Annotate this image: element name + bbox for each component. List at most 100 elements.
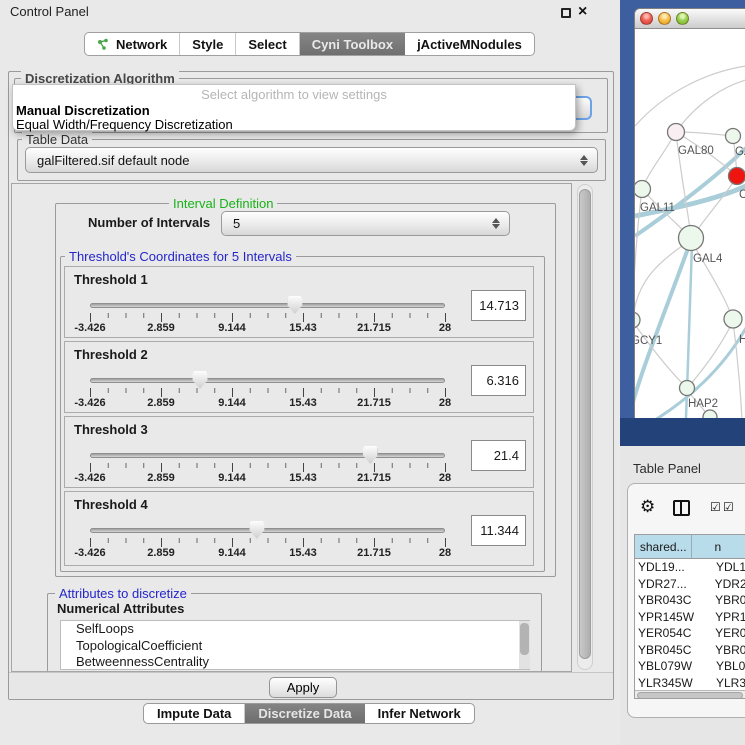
tick-label: 28 (439, 547, 451, 559)
scrollbar-thumb[interactable] (579, 189, 591, 659)
network-canvas[interactable]: GAL80 GA C GAL11 GAL4 GCY1 H HAP2 (635, 30, 745, 418)
tab-discretize-data[interactable]: Discretize Data (245, 704, 364, 723)
edge (635, 66, 745, 126)
minimize-traffic-light-icon[interactable] (658, 12, 671, 25)
threshold-4-slider[interactable]: -3.426 2.859 9.144 15.43 21.715 28 (90, 492, 445, 564)
edge (691, 240, 732, 317)
node[interactable] (703, 410, 717, 418)
close-icon[interactable]: × (578, 2, 587, 22)
threshold-3-value-field[interactable]: 21.4 (471, 440, 526, 471)
threshold-3-slider[interactable]: -3.426 2.859 9.144 15.43 21.715 28 (90, 417, 445, 489)
tab-infer-network[interactable]: Infer Network (365, 704, 474, 723)
settings-vertical-scrollbar[interactable] (577, 184, 593, 670)
threshold-1-value-field[interactable]: 14.713 (471, 290, 526, 321)
edge (676, 80, 745, 132)
right-region: GAL80 GA C GAL11 GAL4 GCY1 H HAP2 Table … (620, 0, 745, 745)
float-window-icon[interactable] (561, 8, 571, 18)
tick-label: -3.426 (74, 472, 105, 484)
slider-track[interactable] (90, 303, 445, 308)
node-gal11[interactable] (635, 181, 651, 198)
slider-track[interactable] (90, 378, 445, 383)
number-of-intervals-combobox[interactable]: 5 (221, 211, 510, 236)
node-label: C (739, 189, 745, 201)
node-gcy1[interactable] (635, 312, 640, 328)
table-row[interactable]: YBL079WYBL0 (635, 658, 745, 675)
gear-icon[interactable]: ⚙ (640, 498, 655, 516)
table-row[interactable]: YER054CYER0 (635, 625, 745, 642)
threshold-4-value-field[interactable]: 11.344 (471, 515, 526, 546)
slider-handle[interactable] (249, 521, 264, 539)
threshold-1-slider[interactable]: -3.426 2.859 9.144 15.43 21.715 28 (90, 267, 445, 339)
scrollbar-thumb[interactable] (637, 692, 743, 699)
tab-impute-data[interactable]: Impute Data (144, 704, 245, 723)
table-data-combobox[interactable]: galFiltered.sif default node (25, 147, 598, 173)
node[interactable] (724, 310, 742, 328)
close-traffic-light-icon[interactable] (640, 12, 653, 25)
tab-style[interactable]: Style (180, 33, 236, 55)
algorithm-prompt-option: Select algorithm to view settings (13, 87, 575, 102)
combo-arrows-icon (492, 212, 500, 235)
node-label: GAL4 (693, 253, 723, 265)
column-header-name[interactable]: n (692, 535, 745, 558)
apply-button[interactable]: Apply (269, 677, 337, 698)
node-selected-red[interactable] (729, 168, 745, 185)
tab-cyni-toolbox[interactable]: Cyni Toolbox (300, 33, 405, 55)
edge (635, 240, 691, 402)
slider-track[interactable] (90, 528, 445, 533)
algorithm-dropdown: Select algorithm to view settings Manual… (12, 84, 576, 131)
threshold-2-value-field[interactable]: 6.316 (471, 365, 526, 396)
numerical-attributes-label: Numerical Attributes (57, 601, 184, 616)
tick-label: 28 (439, 472, 451, 484)
column-header-shared-name[interactable]: shared... (635, 535, 692, 558)
slider-ticks (90, 388, 446, 397)
list-item[interactable]: TopologicalCoefficient (61, 638, 529, 655)
number-of-intervals-value: 5 (233, 216, 240, 231)
columns-icon[interactable] (673, 500, 690, 516)
table-row[interactable]: YPR145WYPR1 (635, 609, 745, 626)
node-label: HAP2 (688, 398, 718, 410)
tick-label: 2.859 (147, 397, 175, 409)
slider-handle[interactable] (287, 296, 302, 314)
zoom-traffic-light-icon[interactable] (676, 12, 689, 25)
threshold-2-slider[interactable]: -3.426 2.859 9.144 15.43 21.715 28 (90, 342, 445, 414)
slider-track[interactable] (90, 453, 445, 458)
slider-handle[interactable] (193, 371, 208, 389)
list-item[interactable]: SelfLoops (61, 621, 529, 638)
checkbox-icon[interactable]: ☑ (710, 500, 721, 514)
tick-label: 9.144 (218, 322, 246, 334)
slider-ticks (90, 538, 446, 547)
table-row[interactable]: YBR045CYBR0 (635, 642, 745, 659)
tick-label: 9.144 (218, 472, 246, 484)
table-header-row: shared... n (635, 535, 745, 559)
list-item[interactable]: BetweennessCentrality (61, 654, 529, 670)
table-toolbar: ⚙ ☑ ☑ (628, 484, 745, 532)
attributes-list-scrollbar[interactable] (519, 621, 530, 669)
table-row[interactable]: YLR345WYLR3 (635, 675, 745, 690)
tab-select[interactable]: Select (236, 33, 299, 55)
table-row[interactable]: YDR27...YDR2 (635, 576, 745, 593)
table-horizontal-scrollbar[interactable] (635, 690, 745, 699)
tab-jactivemnodules[interactable]: jActiveMNodules (405, 33, 534, 55)
tick-label: 21.715 (357, 397, 391, 409)
table-row[interactable]: YDL19...YDL1 (635, 559, 745, 576)
node[interactable] (726, 129, 741, 144)
algorithm-option-manual[interactable]: Manual Discretization (16, 103, 150, 118)
scrollbar-thumb[interactable] (520, 623, 529, 655)
slider-handle[interactable] (363, 446, 378, 464)
threshold-2-panel: Threshold 2 -3.426 2.859 9.144 15.43 21.… (64, 341, 534, 413)
node-gal4[interactable] (679, 226, 704, 251)
tick-label: -3.426 (74, 322, 105, 334)
network-window-titlebar[interactable] (635, 9, 745, 29)
table-row[interactable]: YBR043CYBR0 (635, 592, 745, 609)
slider-ticks (90, 313, 446, 322)
node-gal80[interactable] (668, 124, 685, 141)
checkbox-icon[interactable]: ☑ (723, 500, 734, 514)
node-hap2[interactable] (680, 381, 695, 396)
node-label: GAL11 (640, 202, 675, 214)
algorithm-option-equal-width[interactable]: Equal Width/Frequency Discretization (16, 117, 233, 132)
tick-label: 2.859 (147, 322, 175, 334)
panel-title: Control Panel (10, 4, 89, 19)
tab-network[interactable]: Network (85, 33, 180, 55)
threshold-4-panel: Threshold 4 -3.426 2.859 9.144 15.43 21.… (64, 491, 534, 566)
tick-label: 21.715 (357, 472, 391, 484)
